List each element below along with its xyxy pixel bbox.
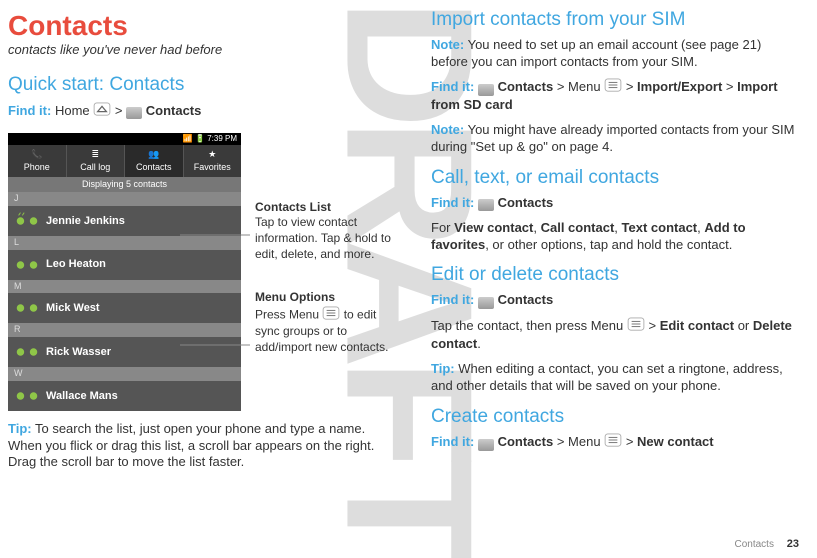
callout-title: Menu Options <box>255 290 395 306</box>
letter-header: L <box>8 236 241 250</box>
callout-body: Press Menu to edit sync groups or to add… <box>255 306 395 356</box>
callout-contacts-list: Contacts List Tap to view contact inform… <box>255 200 395 262</box>
contact-name: Leo Heaton <box>46 257 106 271</box>
page-title: Contacts <box>8 8 395 44</box>
import-findit: Find it: Contacts > Menu > Import/Export… <box>431 78 799 114</box>
avatar-icon <box>8 206 46 236</box>
edit-heading: Edit or delete contacts <box>431 263 799 288</box>
import-heading: Import contacts from your SIM <box>431 8 799 33</box>
tab-favorites: ★Favorites <box>184 145 242 177</box>
page-footer: Contacts 23 <box>735 538 800 550</box>
tab-phone: 📞Phone <box>8 145 67 177</box>
edit-tip: Tip: When editing a contact, you can set… <box>431 361 799 395</box>
create-heading: Create contacts <box>431 405 799 430</box>
avatar-icon <box>8 381 46 411</box>
footer-page-number: 23 <box>787 538 799 550</box>
home-icon <box>93 102 111 121</box>
home-label: Home <box>55 103 90 118</box>
contacts-icon <box>478 84 494 96</box>
import-note: Note: You need to set up an email accoun… <box>431 37 799 71</box>
list-item: Leo Heaton <box>8 250 241 280</box>
page-subtitle: contacts like you've never had before <box>8 42 395 59</box>
avatar-icon <box>8 293 46 323</box>
phone-screenshot: 📶 🔋 7:39 PM 📞Phone ≣Call log 👥Contacts ★… <box>8 133 241 411</box>
list-item: Mick West <box>8 293 241 323</box>
avatar-icon <box>8 337 46 367</box>
edit-findit: Find it: Contacts <box>431 292 799 309</box>
contact-name: Jennie Jenkins <box>46 214 125 228</box>
menu-icon <box>627 317 645 336</box>
quickstart-heading: Quick start: Contacts <box>8 73 395 98</box>
callout-menu-options: Menu Options Press Menu to edit sync gro… <box>255 290 395 355</box>
create-findit: Find it: Contacts > Menu > New contact <box>431 433 799 452</box>
letter-header: J <box>8 192 241 206</box>
letter-header: M <box>8 280 241 294</box>
status-time: 7:39 PM <box>207 134 237 143</box>
callouts: Contacts List Tap to view contact inform… <box>255 133 395 411</box>
contacts-icon <box>478 199 494 211</box>
menu-icon <box>322 306 340 325</box>
cte-body: For View contact, Call contact, Text con… <box>431 220 799 254</box>
phone-tabs: 📞Phone ≣Call log 👥Contacts ★Favorites <box>8 145 241 177</box>
contact-list: J Jennie Jenkins L Leo Heaton M Mick Wes… <box>8 192 241 410</box>
letter-header: R <box>8 323 241 337</box>
contacts-label: Contacts <box>146 103 202 118</box>
tab-calllog: ≣Call log <box>67 145 126 177</box>
menu-icon <box>604 78 622 97</box>
callout-title: Contacts List <box>255 200 395 216</box>
list-item: Wallace Mans <box>8 381 241 411</box>
contacts-icon <box>478 297 494 309</box>
quickstart-findit: Find it: Home > Contacts <box>8 102 395 121</box>
search-tip: Tip: To search the list, just open your … <box>8 421 395 472</box>
displaying-count: Displaying 5 contacts <box>8 177 241 193</box>
menu-icon <box>604 433 622 452</box>
contact-name: Rick Wasser <box>46 345 111 359</box>
contact-name: Wallace Mans <box>46 389 118 403</box>
cte-heading: Call, text, or email contacts <box>431 166 799 191</box>
contacts-icon <box>478 439 494 451</box>
list-item: Jennie Jenkins <box>8 206 241 236</box>
status-bar: 📶 🔋 7:39 PM <box>8 133 241 145</box>
contact-name: Mick West <box>46 301 100 315</box>
avatar-icon <box>8 250 46 280</box>
cte-findit: Find it: Contacts <box>431 195 799 212</box>
callout-body: Tap to view contact information. Tap & h… <box>255 215 395 262</box>
list-item: Rick Wasser <box>8 337 241 367</box>
edit-body: Tap the contact, then press Menu > Edit … <box>431 317 799 353</box>
contacts-icon <box>126 107 142 119</box>
tab-contacts: 👥Contacts <box>125 145 184 177</box>
footer-section: Contacts <box>735 539 774 550</box>
import-note2: Note: You might have already imported co… <box>431 122 799 156</box>
right-column: Import contacts from your SIM Note: You … <box>413 8 799 538</box>
tip-label: Tip: <box>8 421 32 436</box>
note-label: Note: <box>431 37 464 52</box>
sep: > <box>115 103 123 118</box>
letter-header: W <box>8 367 241 381</box>
left-column: Contacts contacts like you've never had … <box>8 8 413 538</box>
findit-label: Find it: <box>8 103 51 118</box>
